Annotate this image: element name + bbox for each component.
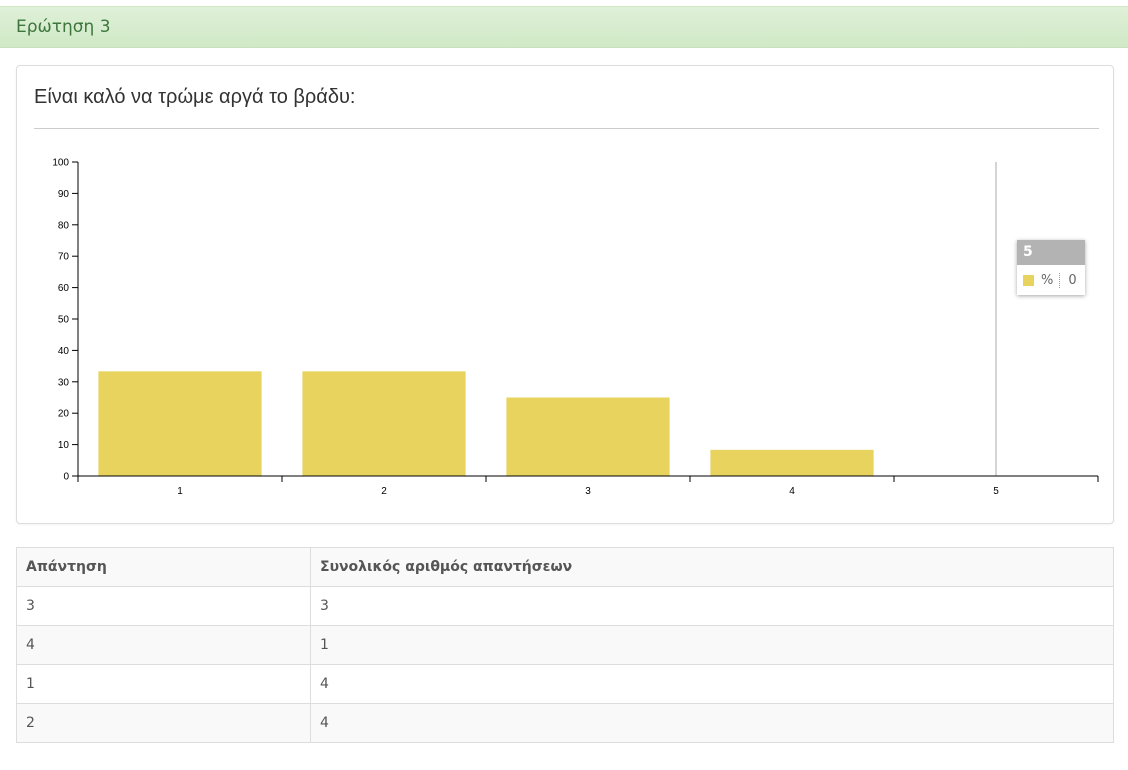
chart-card: Είναι καλό να τρώμε αργά το βράδυ: 0 10 20… [16,65,1114,524]
x-tick-label-1: 1 [177,486,183,497]
tooltip-row: % 0 [1017,265,1085,295]
y-tick-label-10: 10 [58,440,70,451]
y-tick-label-20: 20 [58,409,70,420]
bar-chart: 01020304050607080901001 2 3 4 5 [52,158,1099,497]
count-cell: 1 [310,625,1114,665]
y-tick-label-30: 30 [58,377,70,388]
x-tick-label-2: 2 [381,486,387,497]
results-table: Απάντηση Συνολικός αριθμός απαντήσεων 3 … [16,547,1114,743]
x-tick-label-5: 5 [993,486,999,497]
column-header-total: Συνολικός αριθμός απαντήσεων [310,547,1114,587]
y-tick-label-80: 80 [58,220,70,231]
y-tick-label-100: 100 [52,158,69,169]
table-header-row: Απάντηση Συνολικός αριθμός απαντήσεων [16,547,1114,587]
answer-cell: 4 [16,625,311,665]
question-panel-heading: Ερώτηση 3 [0,6,1128,48]
table-row: 1 4 [16,664,1114,704]
tooltip-color-swatch [1023,274,1034,286]
count-cell: 4 [310,664,1114,704]
y-tick-label-90: 90 [58,189,70,200]
y-tick-label-40: 40 [58,346,70,357]
y-tick-label-70: 70 [58,252,70,263]
question-number: Ερώτηση 3 [16,17,111,37]
chart-tooltip: 5 % 0 [1017,240,1085,295]
count-cell: 4 [310,703,1114,743]
table-row: 2 4 [16,703,1114,743]
y-tick-label-50: 50 [58,315,70,326]
x-tick-label-3: 3 [585,486,591,497]
bar-4 [710,449,874,476]
bar-1 [98,371,262,476]
column-header-answer: Απάντηση [16,547,311,587]
count-cell: 3 [310,586,1114,626]
table-row: 3 3 [16,586,1114,626]
answer-cell: 2 [16,703,311,743]
answer-cell: 1 [16,664,311,704]
y-tick-label-60: 60 [58,283,70,294]
y-tick-label-0: 0 [63,472,69,483]
table-row: 4 1 [16,625,1114,665]
answer-cell: 3 [16,586,311,626]
bar-3 [506,397,670,476]
x-tick-label-4: 4 [789,486,795,497]
tooltip-header: 5 [1017,240,1085,265]
tooltip-series: % [1041,272,1061,288]
tooltip-value: 0 [1068,272,1077,288]
bar-2 [302,371,466,476]
